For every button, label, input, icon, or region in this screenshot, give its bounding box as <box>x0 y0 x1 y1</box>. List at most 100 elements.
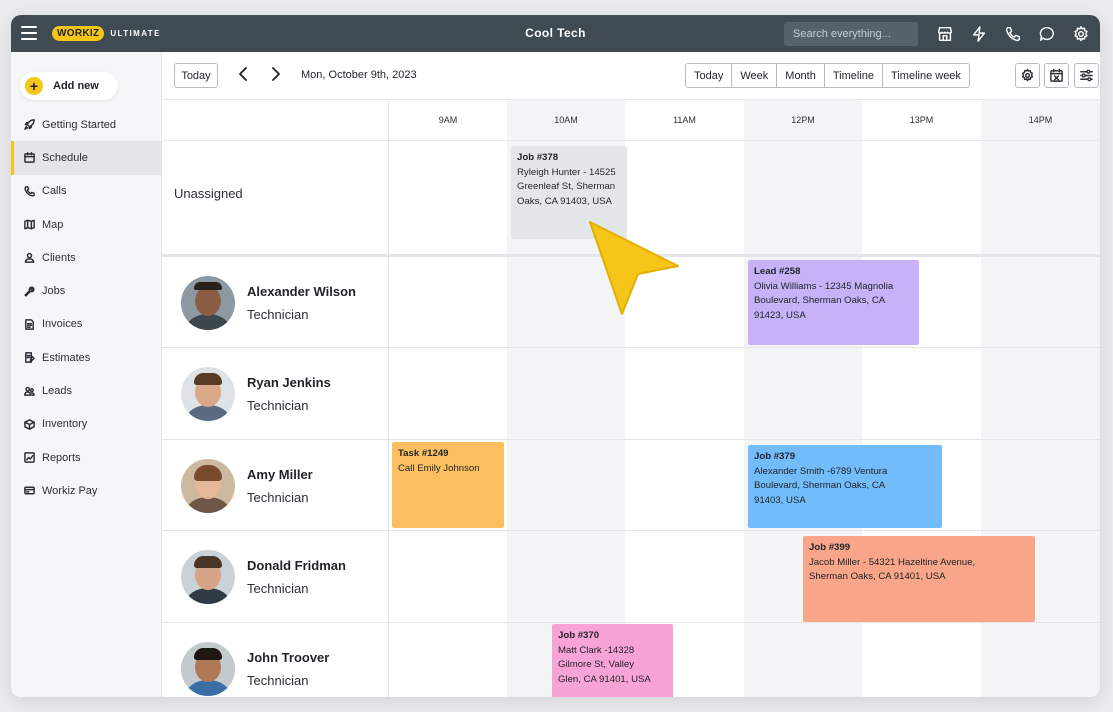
avatar <box>181 458 235 513</box>
sidebar-item-jobs[interactable]: Jobs <box>11 274 162 307</box>
technician-role: Technician <box>247 580 309 596</box>
event-title: Task #1249 <box>398 448 449 459</box>
event-title: Job #370 <box>558 630 600 641</box>
today-button[interactable]: Today <box>174 63 218 88</box>
view-today-button[interactable]: Today <box>686 64 733 87</box>
event-detail: 91403, USA <box>754 494 806 506</box>
avatar <box>181 549 235 604</box>
sidebar-item-calls[interactable]: Calls <box>11 175 162 208</box>
estimate-icon <box>24 352 36 364</box>
avatar <box>181 366 235 421</box>
technician-row-alexander-wilson[interactable]: Alexander Wilson Technician <box>162 257 388 348</box>
sidebar-item-workiz-pay[interactable]: Workiz Pay <box>11 474 162 507</box>
card-icon <box>24 485 36 497</box>
calendar-icon <box>24 152 36 164</box>
sidebar-item-label: Leads <box>42 385 72 398</box>
sidebar-item-label: Schedule <box>42 151 88 164</box>
technician-role: Technician <box>247 306 309 322</box>
technician-row-donald-fridman[interactable]: Donald Fridman Technician <box>162 531 388 622</box>
chevron-left-icon[interactable] <box>237 67 251 83</box>
top-bar: WORKIZ ULTIMATE Cool Tech <box>11 15 1100 52</box>
schedule-settings-gear-icon[interactable] <box>1015 63 1040 88</box>
chevron-right-icon[interactable] <box>270 67 284 83</box>
sidebar-item-label: Jobs <box>42 285 66 298</box>
event-card-job-370[interactable]: Job #370 Matt Clark -14328 Gilmore St, V… <box>552 624 673 697</box>
sidebar-item-getting-started[interactable]: Getting Started <box>11 108 162 141</box>
phone-icon[interactable] <box>1003 24 1022 43</box>
event-detail: Alexander Smith -6789 Ventura <box>754 465 888 477</box>
view-week-button[interactable]: Week <box>732 64 778 87</box>
technician-row-john-troover[interactable]: John Troover Technician <box>162 623 388 697</box>
sidebar-item-reports[interactable]: Reports <box>11 441 162 474</box>
technician-row-amy-miller[interactable]: Amy Miller Technician <box>162 440 388 531</box>
name-column-divider <box>388 100 389 697</box>
unassigned-row-label: Unassigned <box>174 186 243 201</box>
gear-icon[interactable] <box>1071 24 1090 43</box>
technician-role: Technician <box>247 397 309 413</box>
event-detail: Sherman Oaks, CA 91401, USA <box>809 571 946 583</box>
technician-row-ryan-jenkins[interactable]: Ryan Jenkins Technician <box>162 348 388 439</box>
event-card-lead-258[interactable]: Lead #258 Olivia Williams - 12345 Magnol… <box>748 260 919 345</box>
event-detail: Ryleigh Hunter - 14525 <box>517 166 616 178</box>
header-spacer <box>162 100 389 141</box>
technician-role: Technician <box>247 672 309 688</box>
event-detail: Olivia Williams - 12345 Magnolia <box>754 280 894 292</box>
hour-header-13pm: 13PM <box>862 100 981 141</box>
global-search-input[interactable] <box>784 22 918 46</box>
event-card-task-1249[interactable]: Task #1249 Call Emily Johnson <box>392 442 504 528</box>
wrench-icon <box>24 285 36 297</box>
calendar-export-icon[interactable] <box>1044 63 1069 88</box>
lightning-icon[interactable] <box>969 24 988 43</box>
current-date: Mon, October 9th, 2023 <box>301 69 417 81</box>
view-month-button[interactable]: Month <box>777 64 825 87</box>
hour-header-11am: 11AM <box>625 100 744 141</box>
sidebar-item-estimates[interactable]: Estimates <box>11 341 162 374</box>
add-new-button[interactable]: + Add new <box>20 72 118 100</box>
sidebar-item-label: Reports <box>42 451 81 464</box>
event-detail: Boulevard, Sherman Oaks, CA <box>754 295 886 307</box>
sidebar-item-schedule[interactable]: Schedule <box>11 141 162 175</box>
sidebar: + Add new Getting Started Schedule Calls… <box>11 52 162 697</box>
hour-header-9am: 9AM <box>389 100 507 141</box>
leads-icon <box>24 385 36 397</box>
store-icon[interactable] <box>935 24 954 43</box>
sidebar-item-label: Clients <box>42 251 76 264</box>
view-timeline-week-button[interactable]: Timeline week <box>883 64 969 87</box>
filter-sliders-icon[interactable] <box>1074 63 1099 88</box>
view-timeline-button[interactable]: Timeline <box>824 64 884 87</box>
add-new-label: Add new <box>53 80 99 92</box>
event-detail: Call Emily Johnson <box>398 462 480 474</box>
event-title: Job #379 <box>754 451 796 462</box>
sidebar-item-map[interactable]: Map <box>11 208 162 241</box>
sidebar-item-label: Estimates <box>42 351 91 364</box>
event-detail: Matt Clark -14328 <box>558 644 635 656</box>
brand[interactable]: WORKIZ ULTIMATE <box>52 26 161 41</box>
event-detail: Boulevard, Sherman Oaks, CA <box>754 480 886 492</box>
event-card-job-378[interactable]: Job #378 Ryleigh Hunter - 14525 Greenlea… <box>511 146 627 239</box>
event-detail: Glen, CA 91401, USA <box>558 673 651 685</box>
app-window: WORKIZ ULTIMATE Cool Tech + <box>11 15 1100 697</box>
schedule-toolbar: Today Mon, October 9th, 2023 Today Week … <box>162 52 1100 100</box>
event-detail: Greenleaf St, Sherman <box>517 181 616 193</box>
sidebar-item-leads[interactable]: Leads <box>11 374 162 407</box>
event-detail: Oaks, CA 91403, USA <box>517 195 612 207</box>
view-switcher: Today Week Month Timeline Timeline week <box>685 63 970 88</box>
plan-tier: ULTIMATE <box>110 29 161 38</box>
technician-role: Technician <box>247 489 309 505</box>
sidebar-item-label: Workiz Pay <box>42 484 98 497</box>
sidebar-item-label: Getting Started <box>42 118 116 131</box>
event-card-job-379[interactable]: Job #379 Alexander Smith -6789 Ventura B… <box>748 445 942 528</box>
event-detail: Jacob Miller - 54321 Hazeltine Avenue, <box>809 556 976 568</box>
avatar <box>181 641 235 696</box>
sidebar-item-inventory[interactable]: Inventory <box>11 408 162 441</box>
sidebar-item-label: Calls <box>42 185 67 198</box>
chat-icon[interactable] <box>1037 24 1056 43</box>
sidebar-item-clients[interactable]: Clients <box>11 241 162 274</box>
sidebar-item-invoices[interactable]: Invoices <box>11 308 162 341</box>
event-card-job-399[interactable]: Job #399 Jacob Miller - 54321 Hazeltine … <box>803 536 1035 622</box>
event-title: Job #399 <box>809 542 851 553</box>
map-icon <box>24 219 36 231</box>
plus-icon: + <box>25 77 43 95</box>
hamburger-menu-icon[interactable] <box>21 26 37 40</box>
clients-icon <box>24 252 36 264</box>
